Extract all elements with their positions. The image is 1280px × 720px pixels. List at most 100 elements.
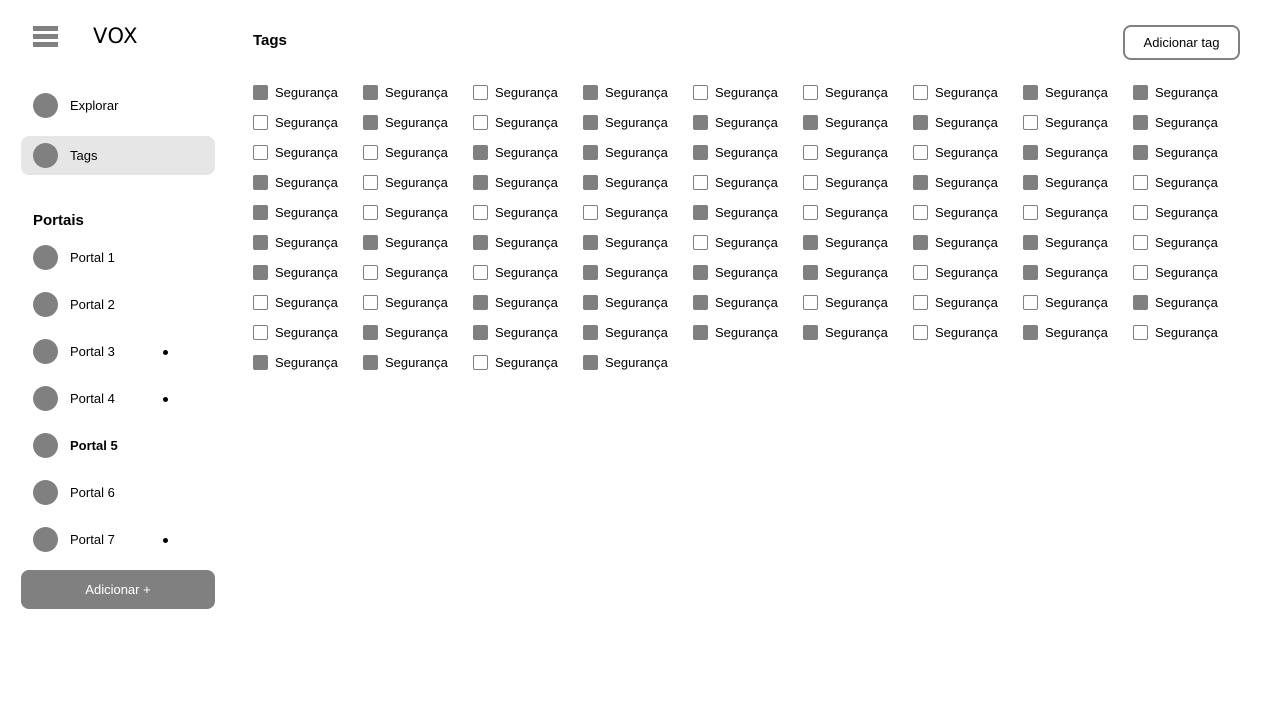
tag-checkbox[interactable] [1023,145,1038,160]
tag-item[interactable]: Segurança [583,234,693,251]
tag-item[interactable]: Segurança [363,174,473,191]
tag-item[interactable]: Segurança [803,204,913,221]
tag-item[interactable]: Segurança [473,234,583,251]
tag-item[interactable]: Segurança [473,354,583,371]
tag-checkbox[interactable] [1133,175,1148,190]
tag-item[interactable]: Segurança [1133,174,1243,191]
tag-checkbox[interactable] [1133,265,1148,280]
tag-checkbox[interactable] [253,145,268,160]
tag-checkbox[interactable] [1023,175,1038,190]
tag-item[interactable]: Segurança [583,354,693,371]
tag-item[interactable]: Segurança [913,204,1023,221]
tag-item[interactable]: Segurança [803,324,913,341]
tag-item[interactable]: Segurança [253,174,363,191]
tag-item[interactable]: Segurança [473,114,583,131]
tag-item[interactable]: Segurança [1023,84,1133,101]
tag-checkbox[interactable] [363,175,378,190]
tag-checkbox[interactable] [803,325,818,340]
tag-checkbox[interactable] [693,295,708,310]
tag-checkbox[interactable] [693,265,708,280]
tag-checkbox[interactable] [473,175,488,190]
tag-item[interactable]: Segurança [583,204,693,221]
tag-checkbox[interactable] [1133,325,1148,340]
tag-item[interactable]: Segurança [583,114,693,131]
tag-checkbox[interactable] [1133,295,1148,310]
tag-checkbox[interactable] [803,115,818,130]
tag-item[interactable]: Segurança [253,114,363,131]
tag-checkbox[interactable] [583,265,598,280]
tag-checkbox[interactable] [913,235,928,250]
tag-checkbox[interactable] [363,265,378,280]
tag-item[interactable]: Segurança [1133,144,1243,161]
tag-checkbox[interactable] [693,325,708,340]
tag-checkbox[interactable] [583,205,598,220]
hamburger-menu-icon[interactable] [33,26,58,47]
tag-item[interactable]: Segurança [363,84,473,101]
tag-checkbox[interactable] [363,205,378,220]
tag-item[interactable]: Segurança [803,234,913,251]
tag-item[interactable]: Segurança [1133,294,1243,311]
tag-item[interactable]: Segurança [1133,234,1243,251]
tag-checkbox[interactable] [803,205,818,220]
tag-item[interactable]: Segurança [1023,294,1133,311]
tag-item[interactable]: Segurança [693,204,803,221]
tag-checkbox[interactable] [1133,205,1148,220]
tag-checkbox[interactable] [583,115,598,130]
tag-item[interactable]: Segurança [693,114,803,131]
tag-item[interactable]: Segurança [803,144,913,161]
tag-checkbox[interactable] [583,355,598,370]
tag-item[interactable]: Segurança [693,264,803,281]
tag-item[interactable]: Segurança [363,204,473,221]
tag-item[interactable]: Segurança [913,114,1023,131]
tag-checkbox[interactable] [253,265,268,280]
tag-item[interactable]: Segurança [1133,114,1243,131]
tag-item[interactable]: Segurança [363,144,473,161]
tag-checkbox[interactable] [473,235,488,250]
tag-item[interactable]: Segurança [583,174,693,191]
tag-checkbox[interactable] [693,85,708,100]
tag-item[interactable]: Segurança [693,144,803,161]
tag-item[interactable]: Segurança [693,234,803,251]
tag-item[interactable]: Segurança [1133,84,1243,101]
tag-checkbox[interactable] [913,265,928,280]
tag-checkbox[interactable] [1023,295,1038,310]
tag-checkbox[interactable] [583,175,598,190]
tag-item[interactable]: Segurança [913,324,1023,341]
tag-item[interactable]: Segurança [803,84,913,101]
tag-checkbox[interactable] [363,325,378,340]
tag-item[interactable]: Segurança [913,264,1023,281]
tag-checkbox[interactable] [473,145,488,160]
tag-item[interactable]: Segurança [693,324,803,341]
tag-item[interactable]: Segurança [363,294,473,311]
tag-item[interactable]: Segurança [913,174,1023,191]
tag-checkbox[interactable] [253,115,268,130]
tag-checkbox[interactable] [363,295,378,310]
tag-checkbox[interactable] [473,325,488,340]
tag-checkbox[interactable] [253,355,268,370]
tag-checkbox[interactable] [803,175,818,190]
tag-checkbox[interactable] [253,205,268,220]
tag-item[interactable]: Segurança [1023,204,1133,221]
tag-checkbox[interactable] [363,355,378,370]
tag-item[interactable]: Segurança [583,294,693,311]
tag-item[interactable]: Segurança [583,264,693,281]
tag-checkbox[interactable] [693,205,708,220]
tag-checkbox[interactable] [803,85,818,100]
tag-checkbox[interactable] [803,265,818,280]
tag-item[interactable]: Segurança [1023,234,1133,251]
sidebar-portal-item[interactable]: Portal 6 [21,473,215,512]
tag-item[interactable]: Segurança [913,234,1023,251]
tag-checkbox[interactable] [1133,235,1148,250]
tag-item[interactable]: Segurança [1133,264,1243,281]
tag-item[interactable]: Segurança [913,144,1023,161]
tag-item[interactable]: Segurança [803,294,913,311]
tag-item[interactable]: Segurança [583,84,693,101]
tag-item[interactable]: Segurança [253,354,363,371]
tag-item[interactable]: Segurança [363,234,473,251]
tag-checkbox[interactable] [913,85,928,100]
tag-checkbox[interactable] [473,295,488,310]
tag-item[interactable]: Segurança [913,294,1023,311]
tag-item[interactable]: Segurança [1023,264,1133,281]
tag-checkbox[interactable] [473,355,488,370]
tag-checkbox[interactable] [1133,115,1148,130]
